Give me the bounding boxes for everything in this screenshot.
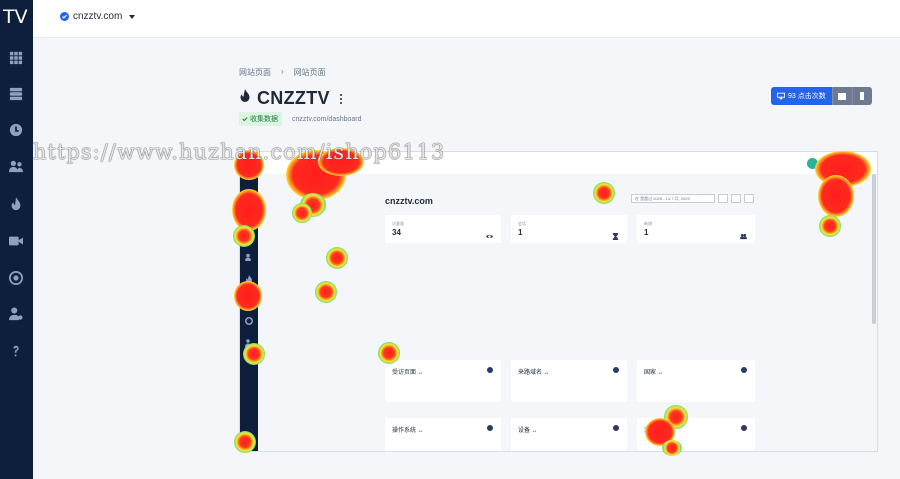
- eye-icon: [486, 227, 493, 239]
- preview-users-icon: [245, 248, 253, 261]
- video-icon[interactable]: [8, 233, 24, 249]
- desktop-view-button[interactable]: [831, 87, 852, 105]
- site-selector-label: cnzztv.com: [73, 11, 123, 22]
- heatmap-toolbar: 93 点击次数: [771, 87, 872, 105]
- preview-section-countries: 国家 ↔: [637, 360, 755, 402]
- verified-check-icon: [60, 12, 69, 21]
- preview-stat-card-visitors: 访客量 34: [385, 215, 501, 243]
- page-header: CNZZTV: [239, 88, 342, 109]
- page-meta: 收集数据 cnzztv.com/dashboard: [239, 112, 362, 126]
- section-title: 来路域名 ↔: [518, 370, 550, 376]
- stat-label: 访客量: [392, 221, 404, 226]
- section-title: 受访页面 ↔: [392, 370, 424, 376]
- stat-label: 会话: [518, 221, 526, 226]
- grid-icon[interactable]: [8, 50, 24, 66]
- hourglass-icon: [612, 227, 619, 240]
- section-title: 设备 ↔: [518, 428, 538, 434]
- server-icon[interactable]: [8, 86, 24, 102]
- check-icon: [242, 117, 248, 122]
- status-badge: 收集数据: [239, 112, 282, 126]
- help-icon[interactable]: [8, 343, 24, 359]
- preview-sidebar: [240, 152, 258, 451]
- stat-value: 1: [644, 228, 649, 237]
- watermark: https://www.huzhan.com/ishop6113: [33, 140, 446, 164]
- mobile-icon: [860, 92, 865, 100]
- preview-stat-card-new: 新增 1: [637, 215, 755, 243]
- clicks-button-label: 93 点击次数: [788, 93, 826, 100]
- stat-value: 1: [518, 228, 523, 237]
- desktop-icon: [838, 92, 847, 100]
- preview-date-range[interactable]: 在 是超过 2025 - 14.7.月, 2025: [631, 194, 715, 203]
- users-icon: [740, 227, 747, 240]
- preview-section-referrers: 来路域名 ↔: [511, 360, 627, 402]
- breadcrumb-separator: ›: [281, 67, 284, 76]
- section-icon: [487, 425, 493, 431]
- preview-filter-icon[interactable]: [718, 194, 728, 203]
- preview-site-title: cnzztv.com: [385, 196, 433, 206]
- page-title: CNZZTV: [257, 88, 330, 108]
- section-icon: [741, 367, 747, 373]
- section-icon: [741, 425, 747, 431]
- breadcrumb-item-websites[interactable]: 网站页面: [239, 67, 271, 78]
- breadcrumb-item-current: 网站页面: [293, 68, 326, 77]
- status-badge-label: 收集数据: [250, 116, 278, 123]
- clock-icon[interactable]: [8, 122, 24, 138]
- stat-label: 新增: [644, 221, 652, 226]
- chevron-down-icon: [129, 14, 136, 19]
- preview-grid-icon: [245, 186, 253, 199]
- users-icon[interactable]: [8, 158, 24, 174]
- preview-target-icon: [245, 312, 253, 325]
- heatmap-preview[interactable]: cnzztv.com 在 是超过 2025 - 14.7.月, 2025 访客量…: [239, 151, 878, 452]
- more-options-icon[interactable]: [339, 93, 342, 104]
- section-icon: [613, 367, 619, 373]
- section-title: 浏览器 ↔: [644, 428, 670, 434]
- preview-fire-icon: [245, 270, 253, 284]
- preview-scrollbar[interactable]: [872, 174, 876, 324]
- preview-section-browsers: 浏览器 ↔: [637, 418, 755, 451]
- page-url[interactable]: cnzztv.com/dashboard: [292, 116, 362, 123]
- sidebar: TV: [0, 0, 33, 479]
- section-icon: [613, 425, 619, 431]
- preview-section-devices: 设备 ↔: [511, 418, 627, 451]
- target-icon[interactable]: [8, 270, 24, 286]
- section-title: 国家 ↔: [644, 370, 664, 376]
- mobile-view-button[interactable]: [851, 87, 872, 105]
- section-icon: [487, 367, 493, 373]
- preview-date-controls: 在 是超过 2025 - 14.7.月, 2025: [631, 194, 754, 203]
- top-bar: cnzztv.com: [33, 0, 900, 38]
- preview-avatar: [807, 158, 818, 169]
- monitor-icon: [777, 92, 785, 100]
- preview-export-icon[interactable]: [731, 194, 741, 203]
- preview-user-settings-icon: [245, 334, 253, 347]
- fire-icon: [239, 89, 251, 108]
- preview-settings-icon[interactable]: [744, 194, 754, 203]
- preview-section-pages: 受访页面 ↔: [385, 360, 501, 402]
- breadcrumb: 网站页面 › 网站页面: [239, 67, 326, 78]
- preview-stat-card-sessions: 会话 1: [511, 215, 627, 243]
- section-title: 操作系统 ↔: [392, 428, 424, 434]
- user-settings-icon[interactable]: [8, 306, 24, 322]
- stat-value: 34: [392, 228, 401, 237]
- preview-section-os: 操作系统 ↔: [385, 418, 501, 451]
- app-logo[interactable]: TV: [3, 6, 28, 28]
- fire-icon[interactable]: [8, 196, 24, 212]
- clicks-button[interactable]: 93 点击次数: [771, 87, 832, 105]
- site-selector[interactable]: cnzztv.com: [60, 11, 136, 22]
